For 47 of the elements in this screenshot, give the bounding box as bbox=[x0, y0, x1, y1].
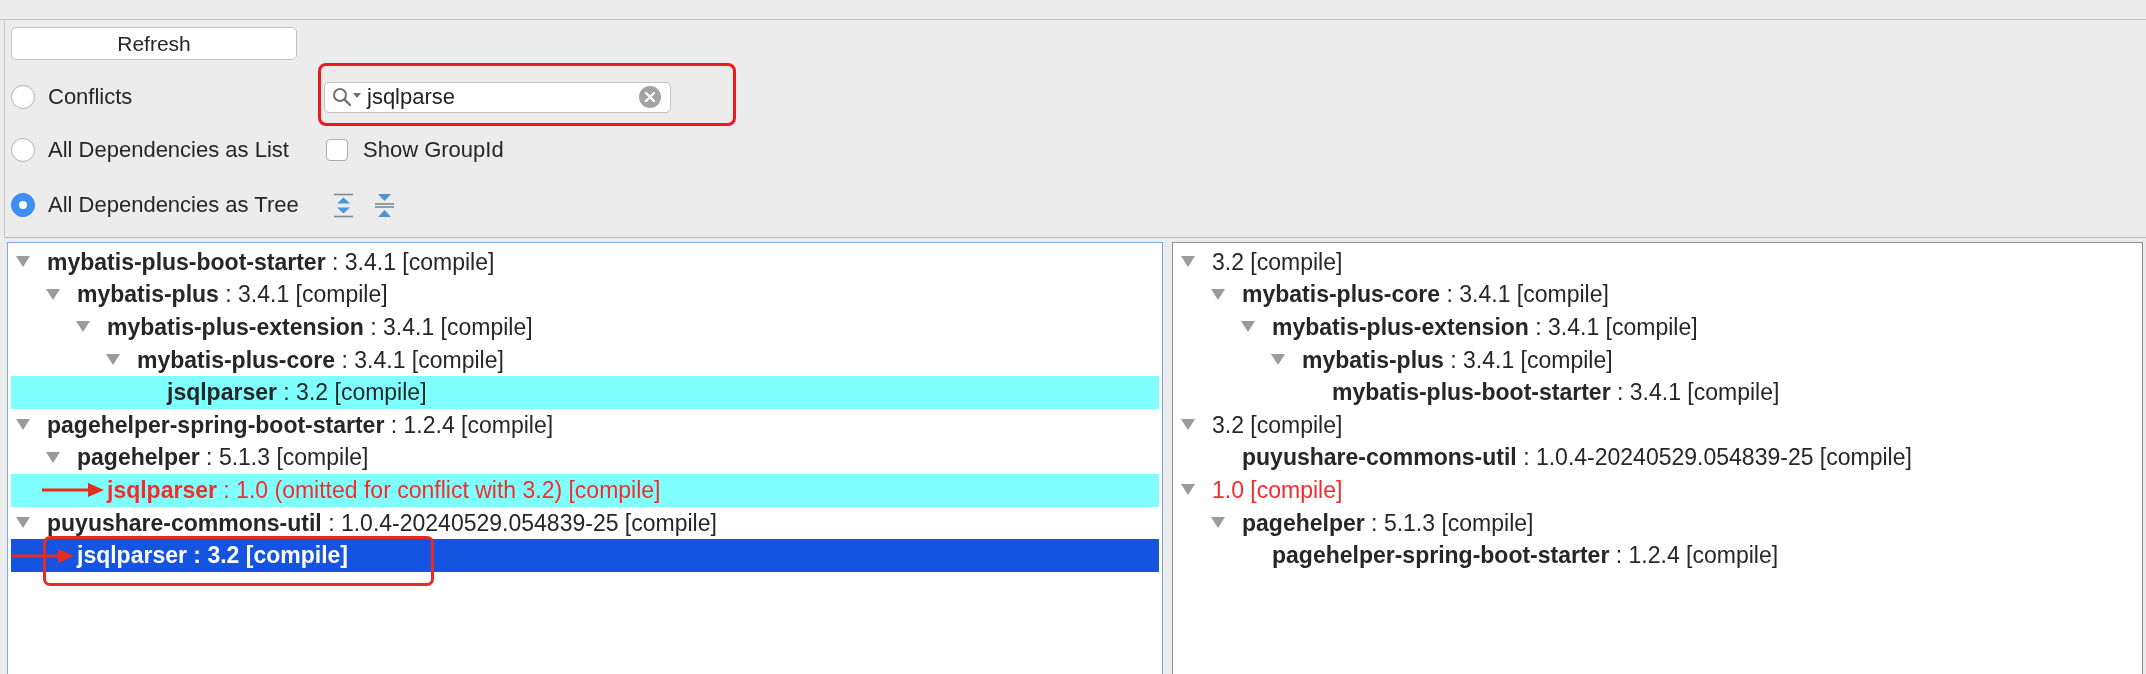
tree-item[interactable]: mybatis-plus : 3.4.1 [compile] bbox=[11, 278, 1159, 312]
tree-item[interactable]: mybatis-plus-extension : 3.4.1 [compile] bbox=[11, 311, 1159, 344]
radio-button[interactable] bbox=[11, 85, 35, 109]
arrows-outward-icon[interactable] bbox=[333, 192, 354, 218]
tree-item[interactable]: puyushare-commons-util : 1.0.4-20240529.054839-25 [compile] bbox=[11, 506, 1159, 540]
disclosure-triangle-icon[interactable] bbox=[1181, 256, 1195, 269]
radio-button[interactable] bbox=[11, 193, 35, 217]
tree-item[interactable]: pagehelper : 5.1.3 [compile] bbox=[11, 441, 1159, 475]
tree-item[interactable]: jsqlparser : 3.2 [compile] bbox=[11, 376, 1159, 409]
tree-item[interactable]: mybatis-plus-boot-starter : 3.4.1 [compile] bbox=[11, 246, 1159, 279]
disclosure-triangle-icon[interactable] bbox=[16, 256, 30, 269]
tree-item[interactable]: 3.2 [compile] bbox=[1176, 246, 2139, 279]
search-field[interactable]: jsqlparse bbox=[324, 81, 671, 113]
tree-item[interactable]: mybatis-plus-extension : 3.4.1 [compile] bbox=[1176, 311, 2139, 344]
disclosure-triangle-icon[interactable] bbox=[106, 354, 120, 367]
radio-label[interactable]: All Dependencies as List bbox=[48, 137, 289, 163]
radio-label[interactable]: All Dependencies as Tree bbox=[48, 192, 299, 218]
tree-item[interactable]: mybatis-plus : 3.4.1 [compile] bbox=[1176, 343, 2139, 377]
tree-item[interactable]: pagehelper-spring-boot-starter : 1.2.4 [compile] bbox=[11, 408, 1159, 442]
search-icon[interactable] bbox=[332, 87, 362, 107]
tree-item[interactable]: 3.2 [compile] bbox=[1176, 408, 2139, 442]
disclosure-triangle-icon[interactable] bbox=[1211, 288, 1225, 301]
checkbox[interactable] bbox=[326, 139, 348, 161]
tree-item[interactable]: mybatis-plus-boot-starter : 3.4.1 [compile] bbox=[1176, 376, 2139, 409]
tree-item[interactable]: pagehelper : 5.1.3 [compile] bbox=[1176, 506, 2139, 540]
tree-item[interactable]: pagehelper-spring-boot-starter : 1.2.4 [compile] bbox=[1176, 539, 2139, 572]
radio-button[interactable] bbox=[11, 138, 35, 162]
radio-label[interactable]: Conflicts bbox=[48, 84, 133, 110]
disclosure-triangle-icon[interactable] bbox=[1211, 517, 1225, 530]
refresh-button[interactable]: Refresh bbox=[11, 27, 297, 60]
disclosure-triangle-icon[interactable] bbox=[1181, 484, 1195, 497]
disclosure-triangle-icon[interactable] bbox=[46, 288, 60, 301]
clear-icon[interactable] bbox=[639, 86, 661, 108]
arrows-inward-icon[interactable] bbox=[374, 192, 395, 218]
tree-item[interactable]: 1.0 [compile] bbox=[1176, 474, 2139, 507]
tree-item[interactable]: puyushare-commons-util : 1.0.4-20240529.054839-25 [compile] bbox=[1176, 441, 2139, 475]
disclosure-triangle-icon[interactable] bbox=[1241, 321, 1255, 334]
disclosure-triangle-icon[interactable] bbox=[1181, 419, 1195, 432]
checkbox-label[interactable]: Show GroupId bbox=[363, 137, 504, 163]
disclosure-triangle-icon[interactable] bbox=[16, 517, 30, 530]
disclosure-triangle-icon[interactable] bbox=[16, 419, 30, 432]
tree-item[interactable]: jsqlparser : 3.2 [compile] bbox=[11, 539, 1159, 572]
disclosure-triangle-icon[interactable] bbox=[1271, 354, 1285, 367]
disclosure-triangle-icon[interactable] bbox=[46, 451, 60, 464]
tree-item[interactable]: mybatis-plus-core : 3.4.1 [compile] bbox=[1176, 278, 2139, 312]
tree-item[interactable]: mybatis-plus-core : 3.4.1 [compile] bbox=[11, 343, 1159, 377]
disclosure-triangle-icon[interactable] bbox=[76, 321, 90, 334]
